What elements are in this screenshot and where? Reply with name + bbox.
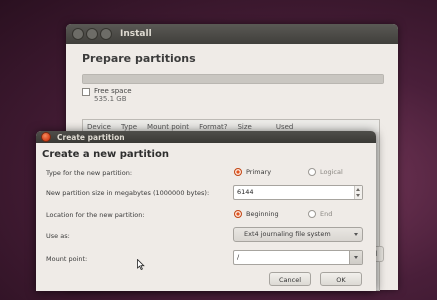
location-beginning-label: Beginning: [246, 210, 279, 218]
radio-selected-icon: [234, 210, 242, 218]
size-spin-input[interactable]: 6144: [233, 185, 363, 200]
mount-point-label: Mount point:: [46, 255, 88, 263]
partition-bar: [82, 74, 384, 84]
location-end-radio[interactable]: End: [308, 210, 332, 218]
type-primary-radio[interactable]: Primary: [234, 168, 271, 176]
free-space-swatch: [82, 88, 90, 96]
column-header-mount-point[interactable]: Mount point: [147, 123, 189, 131]
install-window-title: Install: [120, 29, 152, 39]
location-end-label: End: [320, 210, 333, 218]
close-icon[interactable]: [41, 132, 51, 142]
dialog-titlebar: Create partition: [36, 131, 376, 143]
ok-button[interactable]: OK: [320, 272, 362, 286]
column-header-used[interactable]: Used: [276, 123, 294, 131]
type-logical-label: Logical: [320, 168, 343, 176]
window-controls: [72, 28, 112, 40]
dialog-title: Create partition: [57, 132, 125, 142]
radio-unselected-icon: [308, 168, 316, 176]
minimize-window-icon[interactable]: [86, 28, 98, 40]
ok-button-label: OK: [336, 276, 346, 284]
size-value: 6144: [237, 188, 254, 196]
mount-point-value: /: [237, 253, 240, 261]
free-space-legend: Free space 535.1 GB: [82, 87, 132, 103]
column-header-device[interactable]: Device: [87, 123, 111, 131]
cancel-button-label: Cancel: [278, 276, 302, 284]
column-header-size[interactable]: Size: [237, 123, 251, 131]
create-partition-dialog: Create partition Create a new partition …: [36, 131, 376, 291]
free-space-label: Free space: [94, 87, 132, 95]
install-titlebar: Install: [66, 24, 398, 44]
use-as-value: Ext4 journaling file system: [244, 230, 331, 238]
column-header-format[interactable]: Format?: [199, 123, 227, 131]
type-label: Type for the new partition:: [46, 169, 133, 177]
mouse-cursor-icon: [137, 259, 145, 270]
radio-selected-icon: [234, 168, 242, 176]
cancel-button[interactable]: Cancel: [269, 272, 311, 286]
close-window-icon[interactable]: [72, 28, 84, 40]
radio-unselected-icon: [308, 210, 316, 218]
type-primary-label: Primary: [246, 168, 272, 176]
page-title: Prepare partitions: [82, 52, 196, 65]
type-logical-radio[interactable]: Logical: [308, 168, 343, 176]
location-beginning-radio[interactable]: Beginning: [234, 210, 279, 218]
size-label: New partition size in megabytes (1000000…: [46, 189, 210, 197]
mount-point-combo-input[interactable]: /: [233, 250, 363, 265]
maximize-window-icon[interactable]: [100, 28, 112, 40]
spinner-arrows-icon[interactable]: [354, 186, 362, 199]
column-header-type[interactable]: Type: [121, 123, 137, 131]
use-as-select[interactable]: Ext4 journaling file system: [233, 227, 363, 242]
use-as-label: Use as:: [46, 232, 70, 240]
dialog-heading: Create a new partition: [42, 149, 169, 160]
chevron-down-icon: [354, 233, 358, 236]
free-space-size: 535.1 GB: [94, 95, 127, 103]
location-label: Location for the new partition:: [46, 211, 145, 219]
mount-point-dropdown-button[interactable]: [349, 251, 362, 264]
